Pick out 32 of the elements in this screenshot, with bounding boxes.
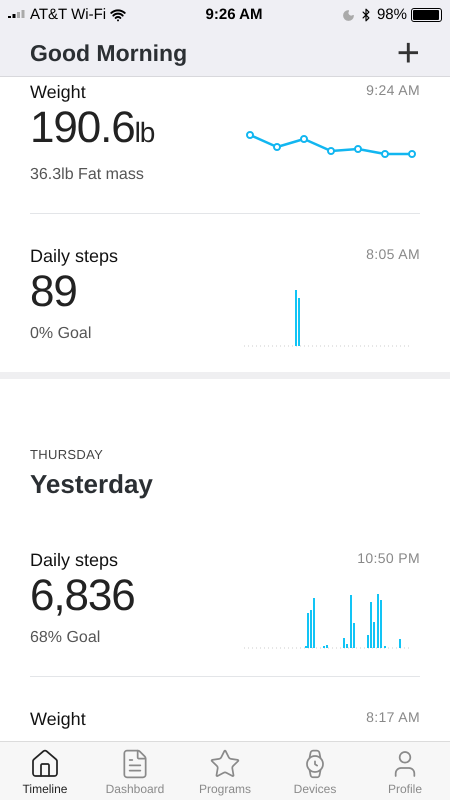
tab-button[interactable]: Devices (275, 748, 355, 798)
card-title: Daily steps (30, 245, 118, 268)
battery-icon (410, 8, 442, 22)
add-button[interactable]: + (396, 33, 420, 73)
tab-button[interactable]: Timeline (5, 748, 85, 798)
tab-icon (209, 748, 241, 780)
clock-time: 9:26 AM (206, 4, 263, 25)
card-detail: 0% Goal (30, 324, 92, 344)
battery-percent: 98% (376, 4, 407, 25)
tab-button[interactable]: Programs (185, 748, 265, 798)
carrier-name: AT&T Wi-Fi (30, 4, 106, 25)
tab-button[interactable]: Profile (365, 748, 445, 798)
card-time: 10:50 PM (357, 548, 420, 568)
signal-icon (8, 10, 26, 20)
moon-icon (342, 8, 355, 22)
card-title: Weight (30, 81, 87, 104)
card-value: 6,836 (30, 572, 135, 620)
card-time: 9:24 AM (366, 81, 420, 100)
tab-icon (29, 748, 61, 780)
card-value: 190.6lb (30, 104, 154, 154)
day-label: THURSDAY (30, 446, 104, 464)
card-title: Weight (30, 708, 86, 730)
wifi-icon (110, 7, 126, 23)
card-detail: 36.3lb Fat mass (30, 165, 145, 185)
card-time: 8:17 AM (366, 708, 420, 726)
card-detail: 68% Goal (30, 628, 102, 648)
tab-button[interactable]: Dashboard (95, 748, 175, 798)
card-title: Daily steps (30, 548, 120, 572)
card-time: 8:05 AM (366, 245, 420, 264)
section-title: Yesterday (30, 468, 154, 500)
page-title: Good Morning (30, 38, 188, 68)
card-value: 89 (30, 268, 78, 316)
